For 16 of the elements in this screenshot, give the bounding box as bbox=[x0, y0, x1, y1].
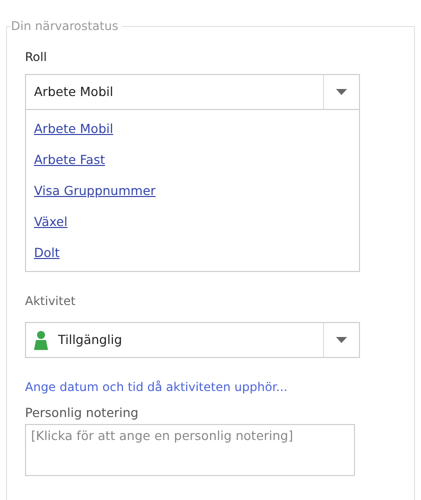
dropdown-option[interactable]: Dolt bbox=[26, 238, 359, 269]
dropdown-value: Arbete Mobil bbox=[34, 82, 114, 101]
caret-icon bbox=[336, 337, 347, 343]
note-field[interactable]: [Klicka för att ange en personlig notering] bbox=[25, 424, 355, 476]
dropdown-option[interactable]: Arbete Fast bbox=[26, 145, 359, 176]
field-label: Aktivitet bbox=[25, 293, 76, 310]
activity-dropdown[interactable]: Tillgänglig bbox=[25, 322, 360, 358]
dropdown-value: Tillgänglig bbox=[58, 330, 122, 349]
dropdown-option[interactable]: Arbete Mobil bbox=[26, 114, 359, 145]
end-time-link[interactable]: Ange datum och tid då aktiviteten upphör... bbox=[25, 378, 288, 396]
dropdown-option[interactable]: Visa Gruppnummer bbox=[26, 176, 359, 207]
field-label: Personlig notering bbox=[25, 404, 138, 422]
field-label: Roll bbox=[25, 49, 47, 66]
role-dropdown[interactable]: Arbete Mobil bbox=[25, 74, 360, 110]
caret-icon bbox=[336, 89, 347, 95]
dropdown-option[interactable]: Växel bbox=[26, 207, 359, 238]
